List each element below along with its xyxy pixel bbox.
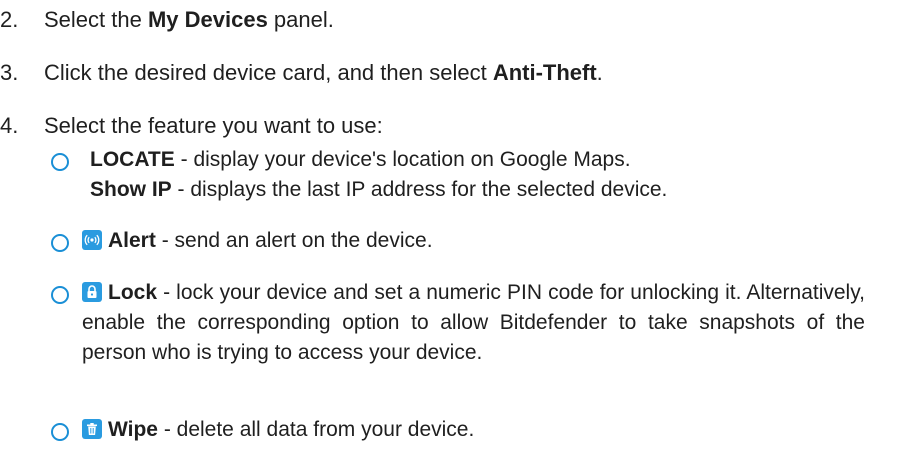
bullet-circle [51,153,69,171]
feature-lock: Lock - lock your device and set a numeri… [82,278,865,368]
step-text: Click the desired device card, and then … [44,60,493,85]
bullet-circle [51,234,69,252]
step-text-end: . [596,60,603,85]
step-text: Select the feature you want to use: [44,113,383,138]
feature-subtitle: Show IP [90,178,172,201]
feature-desc: - lock your device and set a numeric PIN… [82,281,865,364]
feature-subdesc: - displays the last IP address for the s… [171,178,668,201]
feature-alert: Alert - send an alert on the device. [82,226,433,256]
feature-title: Alert [108,229,156,252]
bullet-circle [51,286,69,304]
step-number: 2. [0,7,19,32]
feature-title: Wipe [108,418,158,441]
step-text: Select the [44,7,148,32]
feature-title: Lock [108,281,158,304]
step-2: 2. Select the My Devices panel. [0,6,334,34]
feature-wipe: Wipe - delete all data from your device. [82,415,474,445]
bullet-circle [51,423,69,441]
feature-title: LOCATE [90,148,175,171]
step-bold: My Devices [147,7,268,32]
lock-icon [82,282,102,302]
feature-desc: - send an alert on the device. [155,229,433,252]
step-text-end: panel. [267,7,334,32]
feature-locate: LOCATE - display your device's location … [90,145,667,205]
feature-desc: - delete all data from your device. [157,418,475,441]
step-number: 3. [0,60,19,85]
alert-icon [82,230,102,250]
step-4: 4. Select the feature you want to use: [0,112,383,140]
step-number: 4. [0,113,19,138]
step-bold: Anti-Theft [492,60,597,85]
trash-icon [82,419,102,439]
step-3: 3. Click the desired device card, and the… [0,59,603,87]
feature-desc: - display your device's location on Goog… [174,148,631,171]
